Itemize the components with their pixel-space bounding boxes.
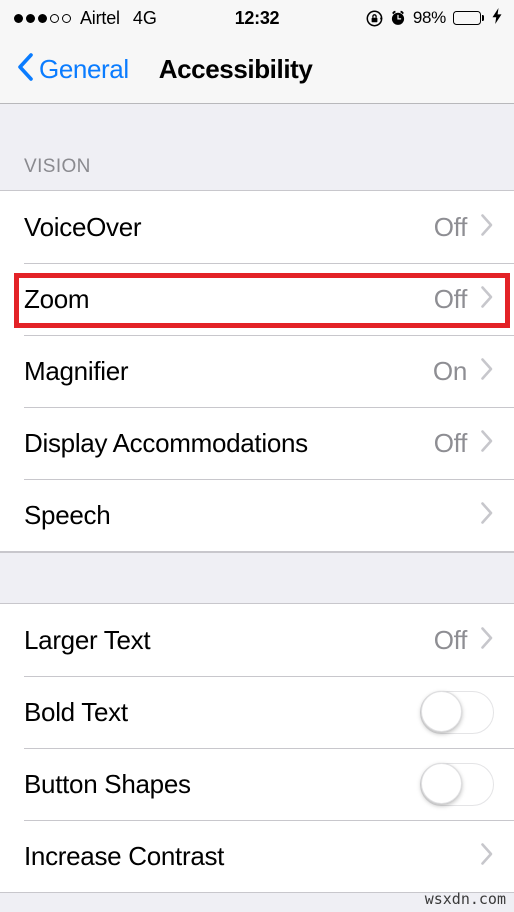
row-value: On — [432, 355, 467, 386]
settings-group-vision: VoiceOver Off Zoom Off Magnifier On Disp… — [0, 190, 514, 552]
network-type-label: 4G — [132, 7, 157, 28]
row-accessory — [467, 842, 494, 871]
toggle-knob — [420, 691, 462, 732]
battery-icon — [453, 11, 484, 25]
row-label: Zoom — [24, 283, 90, 314]
page-title: Accessibility — [158, 54, 313, 84]
row-accessory: Off — [434, 625, 494, 656]
settings-row-speech[interactable]: Speech — [0, 479, 514, 551]
back-button[interactable]: General — [16, 52, 129, 87]
iphone-screen: Airtel 4G 12:32 98% General Accessibilit… — [0, 0, 514, 912]
chevron-right-icon — [480, 429, 494, 458]
row-label: Bold Text — [24, 696, 128, 727]
bold-text-toggle[interactable] — [420, 690, 494, 734]
settings-row-larger-text[interactable]: Larger Text Off — [0, 604, 514, 676]
chevron-right-icon — [480, 285, 494, 314]
row-accessory: Off — [434, 284, 494, 315]
chevron-right-icon — [480, 357, 494, 386]
settings-row-display-accommodations[interactable]: Display Accommodations Off — [0, 407, 514, 479]
settings-row-voiceover[interactable]: VoiceOver Off — [0, 191, 514, 263]
chevron-right-icon — [480, 501, 494, 530]
chevron-right-icon — [480, 213, 494, 242]
chevron-left-icon — [16, 52, 34, 87]
row-label: Increase Contrast — [24, 840, 225, 871]
row-accessory — [420, 762, 494, 806]
settings-group-text: Larger Text Off Bold Text Button Shapes … — [0, 604, 514, 893]
rotation-lock-icon — [366, 10, 383, 27]
row-label: Magnifier — [24, 355, 129, 386]
settings-row-bold-text[interactable]: Bold Text — [0, 676, 514, 748]
chevron-right-icon — [480, 626, 494, 655]
charging-bolt-icon — [492, 7, 502, 29]
navigation-bar: General Accessibility — [0, 36, 514, 104]
row-label: VoiceOver — [24, 211, 142, 242]
row-value: Off — [433, 427, 468, 458]
row-value: Off — [433, 624, 468, 655]
row-accessory: Off — [434, 428, 494, 459]
settings-list: VISION VoiceOver Off Zoom Off Magnifier … — [0, 104, 514, 912]
section-header-label: VISION — [24, 156, 91, 177]
row-accessory: On — [433, 356, 494, 387]
row-accessory — [420, 690, 494, 734]
row-label: Speech — [24, 499, 111, 530]
row-value: Off — [433, 211, 468, 242]
settings-row-button-shapes[interactable]: Button Shapes — [0, 748, 514, 820]
settings-row-increase-contrast[interactable]: Increase Contrast — [0, 820, 514, 892]
battery-percent-label: 98% — [412, 8, 446, 27]
row-label: Larger Text — [24, 624, 151, 655]
carrier-label: Airtel — [80, 7, 120, 28]
status-bar: Airtel 4G 12:32 98% — [0, 0, 514, 36]
settings-row-magnifier[interactable]: Magnifier On — [0, 335, 514, 407]
status-bar-right: 98% — [366, 7, 502, 29]
alarm-clock-icon — [390, 10, 406, 26]
row-label: Button Shapes — [24, 768, 191, 799]
row-accessory — [467, 501, 494, 530]
signal-strength-icon — [14, 13, 71, 23]
row-label: Display Accommodations — [24, 427, 308, 458]
toggle-knob — [420, 763, 462, 804]
settings-row-zoom[interactable]: Zoom Off — [0, 263, 514, 335]
back-button-label: General — [39, 54, 129, 84]
status-bar-left: Airtel 4G — [14, 8, 157, 29]
button-shapes-toggle[interactable] — [420, 762, 494, 806]
watermark-label: wsxdn.com — [424, 890, 506, 908]
row-accessory: Off — [434, 212, 494, 243]
section-separator — [0, 552, 514, 604]
section-header-vision: VISION — [0, 104, 514, 190]
row-value: Off — [433, 283, 468, 314]
chevron-right-icon — [480, 842, 494, 871]
